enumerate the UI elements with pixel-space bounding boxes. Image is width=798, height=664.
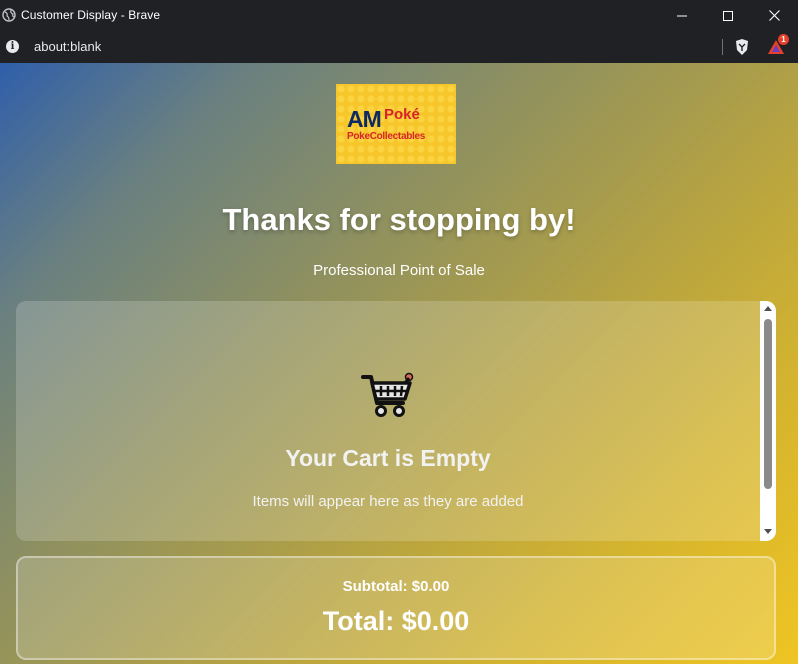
toolbar-divider (722, 39, 723, 55)
site-info-icon[interactable]: i (6, 40, 19, 53)
url-field[interactable]: about:blank (34, 39, 101, 54)
customer-display-page: AM Poké PokeCollectables Thanks for stop… (0, 63, 798, 664)
minimize-button[interactable] (659, 0, 705, 31)
cart-empty-title: Your Cart is Empty (285, 445, 491, 471)
close-icon (768, 10, 780, 21)
minimize-icon (677, 15, 687, 16)
cart-empty-subtitle: Items will appear here as they are added (252, 493, 524, 510)
scroll-down-icon[interactable] (764, 529, 772, 534)
window-title: Customer Display - Brave (21, 8, 161, 22)
scroll-up-icon[interactable] (764, 306, 772, 311)
logo-poke-text: Poké (384, 106, 420, 123)
globe-icon (2, 8, 16, 22)
total-text: Total: $0.00 (322, 606, 470, 636)
logo-subtitle: PokeCollectables (347, 131, 426, 142)
scrollbar-thumb[interactable] (764, 319, 772, 489)
rewards-badge: 1 (778, 34, 789, 45)
maximize-icon (723, 10, 733, 21)
maximize-button[interactable] (705, 0, 751, 31)
address-bar: i about:blank 1 (0, 31, 798, 63)
logo-am-text: AM (347, 106, 382, 132)
store-logo: AM Poké PokeCollectables (336, 84, 456, 164)
cart-scrollbar[interactable] (760, 301, 776, 541)
subtotal-text: Subtotal: $0.00 (342, 578, 450, 595)
page-title: Thanks for stopping by! (222, 202, 576, 237)
close-button[interactable] (751, 0, 797, 31)
shopping-cart-icon (361, 372, 414, 417)
page-subtitle: Professional Point of Sale (313, 262, 485, 279)
brave-shields-icon[interactable] (734, 38, 750, 56)
totals-panel: Subtotal: $0.00 Total: $0.00 (16, 556, 776, 660)
cart-panel: Your Cart is Empty Items will appear her… (16, 301, 776, 541)
window-titlebar: Customer Display - Brave (0, 0, 798, 31)
